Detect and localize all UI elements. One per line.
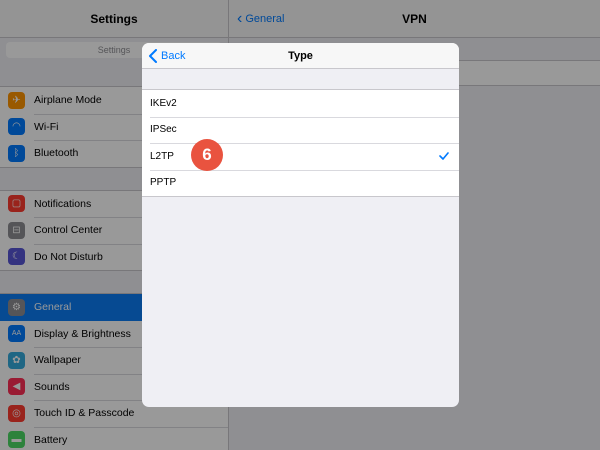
- modal-navbar: Back Type: [142, 43, 459, 69]
- type-option-ikev2[interactable]: IKEv2: [142, 90, 459, 117]
- checkmark-icon: [439, 143, 449, 170]
- option-label: IPSec: [150, 124, 177, 136]
- step-badge: 6: [191, 139, 223, 171]
- type-option-pptp[interactable]: PPTP: [142, 169, 459, 197]
- type-option-l2tp[interactable]: L2TP: [142, 143, 459, 170]
- type-picker-modal: Back Type IKEv2 IPSec L2TP PPTP: [142, 43, 459, 407]
- option-label: IKEv2: [150, 97, 177, 109]
- type-option-ipsec[interactable]: IPSec: [142, 116, 459, 144]
- type-options-list: IKEv2 IPSec L2TP PPTP: [142, 89, 459, 197]
- option-label: L2TP: [150, 150, 174, 162]
- option-label: PPTP: [150, 177, 177, 189]
- modal-title: Type: [288, 50, 313, 62]
